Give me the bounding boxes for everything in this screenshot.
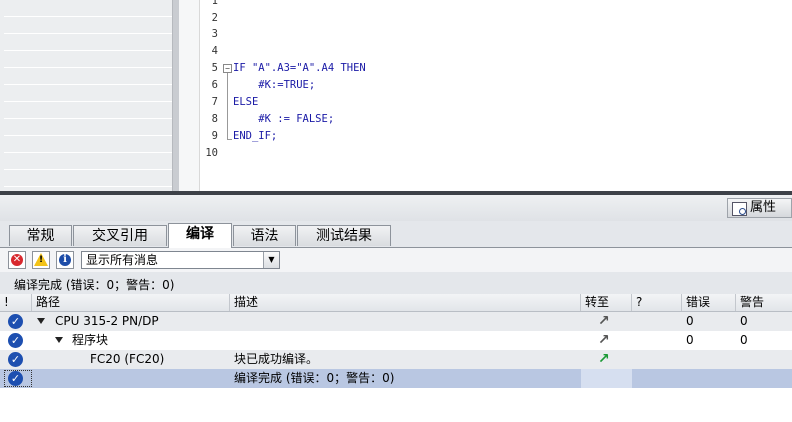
table-row[interactable]: ✓ 程序块 ↗ 0 0 — [0, 331, 792, 350]
check-circle-icon: ✓ — [8, 352, 23, 367]
message-table: ! 路径 描述 转至 ? 错误 警告 ✓ CPU 315-2 PN/DP ↗ 0… — [0, 294, 792, 422]
column-header-description[interactable]: 描述 — [230, 294, 581, 311]
column-header-goto[interactable]: 转至 — [581, 294, 632, 311]
inspector-tabs: 常规 交叉引用 编译 语法 测试结果 — [0, 221, 792, 248]
tab-general[interactable]: 常规 — [9, 225, 72, 246]
row-warnings: 0 — [740, 333, 748, 347]
goto-arrow-icon[interactable]: ↗ — [598, 333, 612, 347]
left-panel-scrollbar[interactable] — [172, 0, 179, 191]
code-line[interactable]: ELSE — [233, 96, 258, 108]
check-circle-icon: ✓ — [8, 314, 23, 329]
message-filter-select[interactable]: 显示所有消息 ▼ — [81, 251, 280, 269]
goto-arrow-icon[interactable]: ↗ — [598, 352, 612, 366]
error-filter-button[interactable]: ✕ — [8, 251, 26, 269]
code-editor[interactable]: 1 2 3 4 5 6 7 8 9 10 − IF "A".A3="A".A4 … — [199, 0, 792, 191]
chevron-down-icon[interactable]: ▼ — [263, 252, 279, 268]
line-number: 8 — [211, 113, 218, 125]
line-number: 3 — [211, 28, 218, 40]
row-description: 块已成功编译。 — [234, 352, 319, 366]
properties-icon — [732, 202, 747, 216]
column-header-help[interactable]: ? — [632, 294, 682, 311]
info-filter-button[interactable]: i — [56, 251, 74, 269]
code-line[interactable]: END_IF; — [233, 130, 277, 142]
message-toolbar: ✕ ! i 显示所有消息 ▼ — [0, 248, 792, 272]
row-errors: 0 — [686, 333, 694, 347]
line-number: 10 — [205, 147, 218, 159]
line-number: 5 — [211, 62, 218, 74]
fold-guide — [227, 73, 228, 140]
warning-filter-button[interactable]: ! — [32, 251, 50, 269]
row-errors: 0 — [686, 314, 694, 328]
compile-summary: 编译完成 (错误：0；警告：0) — [14, 278, 175, 292]
left-panel-row — [4, 34, 172, 51]
check-circle-icon: ✓ — [8, 333, 23, 348]
goto-cell[interactable] — [581, 369, 632, 388]
left-panel-row — [4, 85, 172, 102]
tab-cross-reference[interactable]: 交叉引用 — [73, 225, 167, 246]
table-header: ! 路径 描述 转至 ? 错误 警告 — [0, 294, 792, 312]
expand-triangle-icon[interactable] — [37, 318, 45, 324]
table-row[interactable]: ✓ FC20 (FC20) 块已成功编译。 ↗ — [0, 350, 792, 369]
line-number: 4 — [211, 45, 218, 57]
tab-compile[interactable]: 编译 — [168, 223, 232, 248]
line-number: 1 — [211, 0, 218, 7]
code-line[interactable]: #K := FALSE; — [233, 113, 334, 125]
column-header-warnings[interactable]: 警告 — [736, 294, 792, 311]
row-path: CPU 315-2 PN/DP — [55, 314, 159, 328]
check-circle-icon: ✓ — [8, 371, 23, 386]
column-header-path[interactable]: 路径 — [32, 294, 230, 311]
tab-syntax[interactable]: 语法 — [233, 225, 296, 246]
table-row[interactable]: ✓ CPU 315-2 PN/DP ↗ 0 0 — [0, 312, 792, 331]
info-filter-icon: i — [59, 254, 71, 266]
expand-triangle-icon[interactable] — [55, 337, 63, 343]
code-line[interactable]: IF "A".A3="A".A4 THEN — [233, 62, 366, 74]
line-number: 7 — [211, 96, 218, 108]
fold-collapse-icon[interactable]: − — [223, 64, 232, 73]
editor-margin — [179, 0, 199, 191]
properties-label: 属性 — [750, 200, 777, 215]
line-number: 9 — [211, 130, 218, 142]
message-filter-value: 显示所有消息 — [86, 253, 159, 267]
left-panel-row — [4, 136, 172, 153]
row-warnings: 0 — [740, 314, 748, 328]
row-description: 编译完成 (错误：0；警告：0) — [234, 371, 395, 385]
tab-test-results[interactable]: 测试结果 — [297, 225, 391, 246]
left-panel-row — [4, 17, 172, 34]
left-panel-row — [4, 51, 172, 68]
left-panel-row — [4, 119, 172, 136]
table-row-selected[interactable]: ✓ 编译完成 (错误：0；警告：0) — [0, 369, 792, 388]
left-panel-row — [4, 68, 172, 85]
column-header-status[interactable]: ! — [0, 294, 32, 311]
line-number: 2 — [211, 12, 218, 24]
left-panel-row — [4, 170, 172, 187]
left-panel-row — [4, 102, 172, 119]
inspector-header: 属性 — [0, 195, 792, 221]
fold-guide-end — [227, 139, 232, 140]
column-header-errors[interactable]: 错误 — [682, 294, 736, 311]
inspector-window: 属性 常规 交叉引用 编译 语法 测试结果 ✕ ! i 显示所有消息 ▼ 编译完… — [0, 195, 792, 422]
line-number: 6 — [211, 79, 218, 91]
properties-tab[interactable]: 属性 — [727, 198, 792, 218]
goto-arrow-icon[interactable]: ↗ — [598, 314, 612, 328]
left-panel — [0, 0, 172, 191]
row-path: FC20 (FC20) — [90, 352, 165, 366]
error-filter-icon: ✕ — [11, 254, 23, 266]
editor-area: 1 2 3 4 5 6 7 8 9 10 − IF "A".A3="A".A4 … — [0, 0, 792, 191]
row-path: 程序块 — [72, 333, 109, 347]
left-panel-row — [4, 153, 172, 170]
left-panel-row — [4, 0, 172, 17]
code-line[interactable]: #K:=TRUE; — [233, 79, 315, 91]
